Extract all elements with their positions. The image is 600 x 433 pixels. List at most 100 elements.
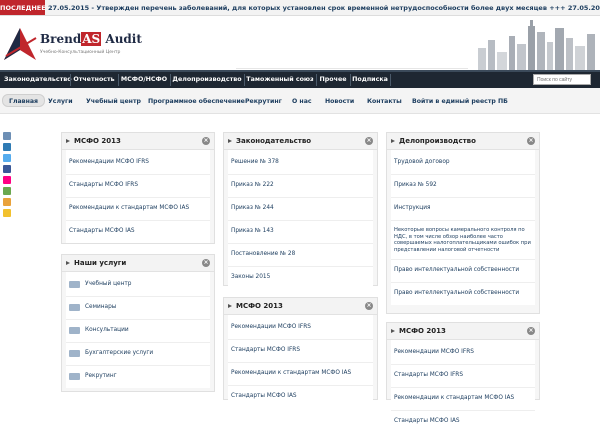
twitter-icon[interactable] (3, 154, 11, 162)
training-center-icon (69, 281, 80, 288)
panel-title: Делопроизводство × (387, 133, 539, 150)
close-icon[interactable]: × (527, 327, 535, 335)
list-item[interactable]: Рекрутинг (66, 366, 210, 388)
news-ticker: ПОСЛЕДНЕЕ 27.05.2015 - Утвержден перечен… (0, 0, 600, 16)
linkedin-icon[interactable] (3, 143, 11, 151)
panel-legislation: Законодательство × Решение № 378 Приказ №… (223, 132, 378, 289)
panel-title: МСФО 2013 × (387, 323, 539, 340)
city-skyline-image (478, 20, 595, 70)
nav-separator (118, 74, 119, 86)
list-item[interactable]: Право интеллектуальной собственности (391, 260, 535, 283)
list-item[interactable]: Учебный центр (66, 274, 210, 297)
close-icon[interactable]: × (365, 302, 373, 310)
google-icon[interactable] (3, 187, 11, 195)
panel-ifrs-left: МСФО 2013 × Рекомендации МСФО IFRS Станда… (61, 132, 215, 244)
list-item[interactable]: Стандарты МСФО IAS (391, 411, 535, 433)
panel-services: Наши услуги × Учебный центр Семинары Конс… (61, 254, 215, 392)
nav-item-records[interactable]: Делопроизводство (172, 72, 242, 88)
site-header: BrendAS Audit Учебно-Консультационный Це… (0, 16, 600, 70)
panel-title: МСФО 2013 × (62, 133, 214, 150)
nav-item-subscription[interactable]: Подписка (352, 72, 388, 88)
subnav-item-training[interactable]: Учебный центр (86, 95, 141, 108)
panel-title: Законодательство × (224, 133, 377, 150)
social-bar (3, 132, 13, 220)
caret-icon (228, 139, 232, 143)
header-divider (236, 68, 468, 69)
search-input[interactable] (533, 74, 591, 85)
list-item[interactable]: Законы 2015 (228, 267, 373, 289)
seminars-icon (69, 304, 80, 311)
accounting-icon (69, 350, 80, 357)
close-icon[interactable]: × (202, 259, 210, 267)
facebook-icon[interactable] (3, 165, 11, 173)
nav-separator (244, 74, 245, 86)
nav-item-reporting[interactable]: Отчетность (72, 72, 116, 88)
list-item[interactable]: Приказ № 222 (228, 175, 373, 198)
list-item[interactable]: Семинары (66, 297, 210, 320)
list-item[interactable]: Решение № 378 (228, 152, 373, 175)
caret-icon (391, 139, 395, 143)
nav-item-ifrs[interactable]: МСФО/НСФО (120, 72, 168, 88)
subnav-item-home[interactable]: Главная (2, 94, 45, 107)
nav-separator (170, 74, 171, 86)
nav-separator (316, 74, 317, 86)
list-item[interactable]: Право интеллектуальной собственности (391, 283, 535, 305)
list-item[interactable]: Стандарты МСФО IAS (228, 386, 373, 408)
close-icon[interactable]: × (202, 137, 210, 145)
nav-item-other[interactable]: Прочее (318, 72, 348, 88)
list-item[interactable]: Консультации (66, 320, 210, 343)
recruiting-icon (69, 373, 80, 380)
panel-title: МСФО 2013 × (224, 298, 377, 315)
list-item[interactable]: Инструкция (391, 198, 535, 221)
subnav-item-news[interactable]: Новости (325, 95, 354, 108)
ticker-label: ПОСЛЕДНЕЕ (0, 0, 46, 15)
ticker-text[interactable]: 27.05.2015 - Утвержден перечень заболева… (48, 0, 600, 15)
logo-name: BrendAS Audit (40, 32, 142, 46)
flickr-icon[interactable] (3, 176, 11, 184)
list-item[interactable]: Рекомендации к стандартам МСФО IAS (228, 363, 373, 386)
nav-item-customs[interactable]: Таможенный союз (246, 72, 314, 88)
main-navigation: Законодательство Отчетность МСФО/НСФО Де… (0, 70, 600, 88)
mail-icon[interactable] (3, 198, 11, 206)
consulting-icon (69, 327, 80, 334)
secondary-navigation: Главная Услуги Учебный центр Программное… (0, 88, 600, 114)
panel-title: Наши услуги × (62, 255, 214, 272)
list-item[interactable]: Некоторые вопросы камерального контроля … (391, 221, 535, 260)
panel-ifrs-middle: МСФО 2013 × Рекомендации МСФО IFRS Станда… (223, 297, 378, 408)
subnav-item-registry-login[interactable]: Войти в единый реестр ПБ (412, 95, 508, 108)
nav-separator (350, 74, 351, 86)
nav-separator (390, 74, 391, 86)
list-item[interactable]: Трудовой договор (391, 152, 535, 175)
close-icon[interactable]: × (527, 137, 535, 145)
list-item[interactable]: Стандарты МСФО IFRS (391, 365, 535, 388)
list-item[interactable]: Приказ № 244 (228, 198, 373, 221)
subnav-item-contacts[interactable]: Контакты (367, 95, 402, 108)
logo-subtitle: Учебно-Консультационный Центр (40, 50, 121, 55)
list-item[interactable]: Приказ № 143 (228, 221, 373, 244)
list-item[interactable]: Рекомендации к стандартам МСФО IAS (66, 198, 210, 221)
list-item[interactable]: Рекомендации МСФО IFRS (66, 152, 210, 175)
caret-icon (66, 139, 70, 143)
nav-item-legislation[interactable]: Законодательство (4, 72, 72, 88)
close-icon[interactable]: × (365, 137, 373, 145)
list-item[interactable]: Стандарты МСФО IAS (66, 221, 210, 243)
list-item[interactable]: Стандарты МСФО IFRS (66, 175, 210, 198)
subnav-item-software[interactable]: Программное обеспечение (148, 95, 245, 108)
list-item[interactable]: Стандарты МСФО IFRS (228, 340, 373, 363)
subnav-item-services[interactable]: Услуги (48, 95, 73, 108)
panel-records: Делопроизводство × Трудовой договор Прика… (386, 132, 540, 314)
list-item[interactable]: Постановление № 28 (228, 244, 373, 267)
subnav-item-recruiting[interactable]: Рекрутинг (245, 95, 282, 108)
logo-arrow-icon (4, 28, 37, 60)
panel-ifrs-right: МСФО 2013 × Рекомендации МСФО IFRS Станда… (386, 322, 540, 433)
list-item[interactable]: Бухгалтерские услуги (66, 343, 210, 366)
caret-icon (391, 329, 395, 333)
list-item[interactable]: Рекомендации МСФО IFRS (228, 317, 373, 340)
caret-icon (228, 304, 232, 308)
vk-icon[interactable] (3, 132, 11, 140)
list-item[interactable]: Приказ № 592 (391, 175, 535, 198)
site-logo[interactable]: BrendAS Audit Учебно-Консультационный Це… (2, 26, 142, 70)
subnav-item-about[interactable]: О нас (292, 95, 312, 108)
list-item[interactable]: Рекомендации МСФО IFRS (391, 342, 535, 365)
chat-icon[interactable] (3, 209, 11, 217)
